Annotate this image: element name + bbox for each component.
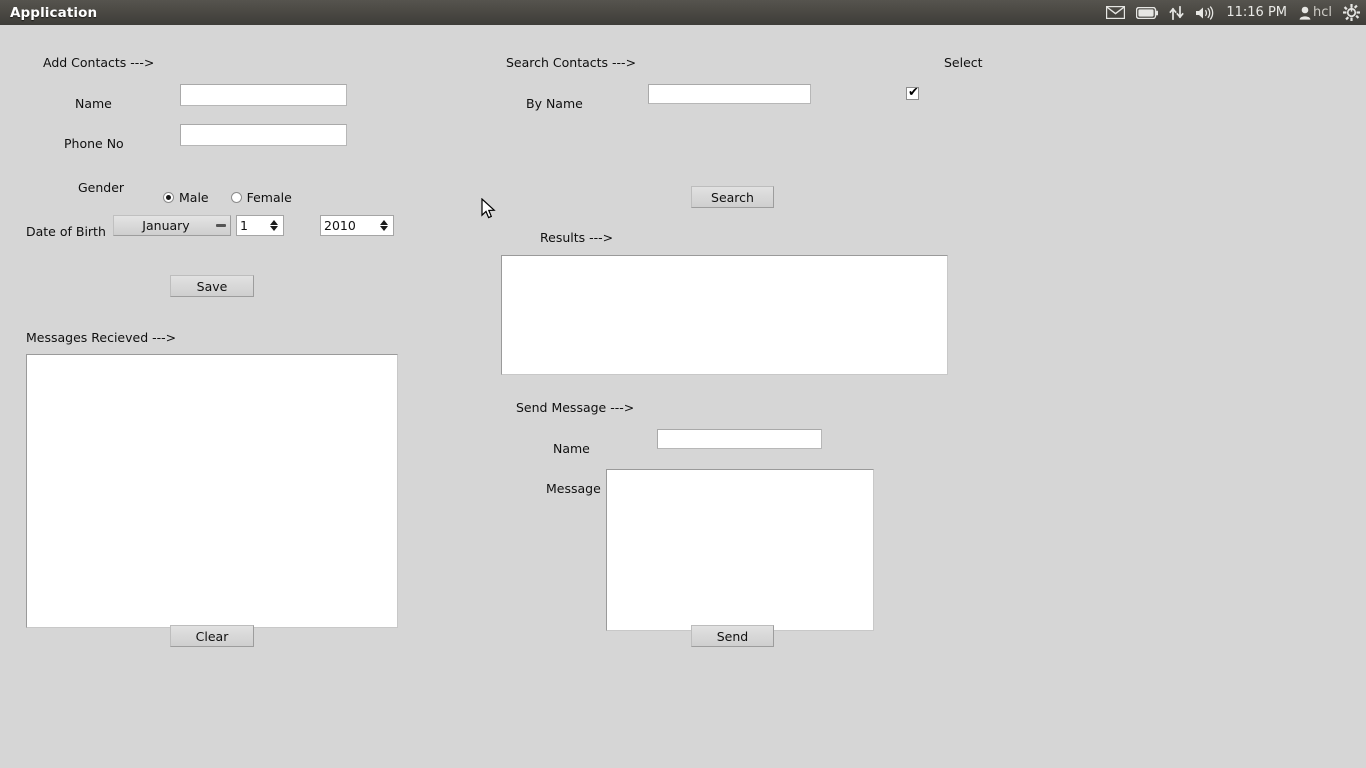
messages-received-textarea[interactable] [26, 354, 398, 628]
checkmark-icon: ✔ [908, 86, 919, 99]
gender-radio-female-label: Female [247, 190, 292, 205]
send-message-section-label: Send Message ---> [516, 401, 634, 415]
radio-unselected-icon [231, 192, 242, 203]
network-updown-icon[interactable] [1169, 6, 1184, 20]
add-contacts-gender-label: Gender [78, 181, 124, 195]
gear-power-icon[interactable] [1343, 4, 1360, 21]
dob-day-value: 1 [237, 216, 266, 235]
window-title: Application [10, 5, 97, 21]
spinner-arrows-icon[interactable] [266, 216, 283, 235]
system-tray: 11:16 PM hcl [1106, 0, 1360, 25]
add-contacts-dob-label: Date of Birth [26, 225, 106, 239]
add-contacts-phone-label: Phone No [64, 137, 124, 151]
radio-selected-icon [163, 192, 174, 203]
volume-icon[interactable] [1195, 6, 1214, 20]
select-label: Select [944, 56, 983, 70]
dob-day-spinner[interactable]: 1 [236, 215, 284, 236]
gender-radio-female[interactable]: Female [231, 190, 292, 205]
gender-radio-group: Male Female [163, 190, 314, 205]
send-message-name-input[interactable] [657, 429, 822, 449]
send-message-message-label: Message [546, 482, 601, 496]
send-button[interactable]: Send [691, 625, 774, 647]
clear-button[interactable]: Clear [170, 625, 254, 647]
user-menu[interactable]: hcl [1299, 5, 1332, 20]
application-workspace: Add Contacts ---> Name Phone No Gender M… [0, 25, 1366, 768]
spinner-arrows-icon[interactable] [376, 216, 393, 235]
search-by-name-label: By Name [526, 97, 583, 111]
send-message-name-label: Name [553, 442, 590, 456]
send-message-textarea[interactable] [606, 469, 874, 631]
search-contacts-section-label: Search Contacts ---> [506, 56, 636, 70]
user-name: hcl [1313, 5, 1332, 20]
battery-icon[interactable] [1136, 7, 1158, 19]
dob-month-value: January [114, 218, 212, 233]
mouse-cursor [481, 198, 497, 225]
add-contacts-name-input[interactable] [180, 84, 347, 106]
results-label: Results ---> [540, 231, 613, 245]
search-button[interactable]: Search [691, 186, 774, 208]
desktop-top-panel: Application [0, 0, 1366, 25]
add-contacts-section-label: Add Contacts ---> [43, 56, 154, 70]
clock[interactable]: 11:16 PM [1225, 5, 1288, 20]
gender-radio-male[interactable]: Male [163, 190, 209, 205]
dob-year-spinner[interactable]: 2010 [320, 215, 394, 236]
add-contacts-name-label: Name [75, 97, 112, 111]
messages-received-label: Messages Recieved ---> [26, 331, 176, 345]
dob-year-value: 2010 [321, 216, 376, 235]
results-textarea[interactable] [501, 255, 948, 375]
mail-icon[interactable] [1106, 6, 1125, 19]
search-by-name-input[interactable] [648, 84, 811, 104]
add-contacts-phone-input[interactable] [180, 124, 347, 146]
save-button[interactable]: Save [170, 275, 254, 297]
user-icon [1299, 6, 1311, 20]
select-checkbox[interactable]: ✔ [906, 87, 919, 100]
gender-radio-male-label: Male [179, 190, 209, 205]
chevron-down-icon [212, 224, 230, 227]
dob-month-select[interactable]: January [113, 215, 231, 236]
